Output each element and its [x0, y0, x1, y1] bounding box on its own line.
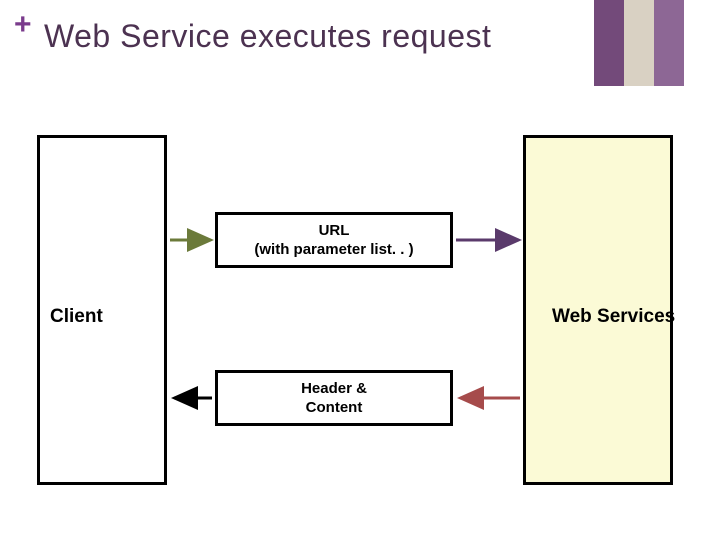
hc-line1: Header &: [301, 379, 367, 399]
client-label: Client: [50, 306, 103, 328]
server-label: Web Services: [552, 306, 675, 328]
url-line2: (with parameter list. . ): [254, 240, 413, 260]
hc-line2: Content: [306, 398, 363, 418]
decorative-band: [594, 0, 684, 86]
url-message-box: URL (with parameter list. . ): [215, 212, 453, 268]
page-title: Web Service executes request: [44, 18, 491, 55]
plus-icon: +: [14, 8, 32, 42]
url-line1: URL: [319, 221, 350, 241]
header-content-box: Header & Content: [215, 370, 453, 426]
